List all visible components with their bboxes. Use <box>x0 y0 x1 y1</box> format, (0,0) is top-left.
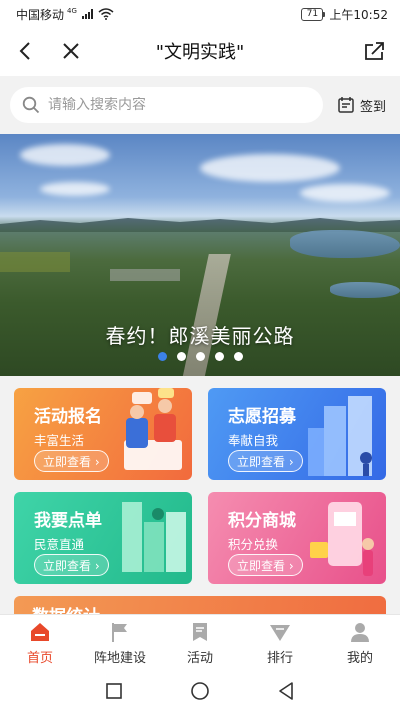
wifi-icon <box>98 8 114 20</box>
card-order-request[interactable]: 我要点单 民意直通 立即查看 › <box>14 492 192 584</box>
tab-label: 首页 <box>26 650 53 666</box>
home-system-button[interactable] <box>187 678 213 704</box>
ranking-icon <box>270 624 290 641</box>
back-button[interactable] <box>12 38 38 64</box>
recent-apps-button[interactable] <box>101 678 127 704</box>
circle-icon <box>191 681 209 700</box>
nav-left-group <box>12 38 84 64</box>
close-icon <box>63 43 79 59</box>
home-icon <box>31 622 49 641</box>
carousel-dot[interactable] <box>157 352 167 361</box>
phone-shopping-illustration-icon <box>310 502 374 576</box>
card-title: 我要点单 <box>34 511 102 531</box>
banner-cloud <box>40 182 110 196</box>
view-now-button[interactable]: 立即查看 › <box>228 450 303 472</box>
banner-lake <box>290 230 400 258</box>
nav-bar: "文明实践" <box>0 28 400 74</box>
signin-label: 签到 <box>359 99 386 115</box>
square-icon <box>106 682 122 699</box>
carousel-dot[interactable] <box>176 352 186 361</box>
banner-cloud <box>300 184 390 202</box>
card-subtitle: 奉献自我 <box>228 433 279 448</box>
carousel-dot[interactable] <box>233 352 243 361</box>
banner-field <box>0 252 70 272</box>
share-icon <box>365 42 384 60</box>
buildings-illustration-icon <box>308 396 372 476</box>
share-button[interactable] <box>362 38 388 64</box>
banner-caption: 春约！郎溪美丽公路 <box>105 324 295 348</box>
tab-activity[interactable]: 活动 <box>160 615 240 670</box>
tab-label: 排行 <box>266 650 293 666</box>
card-subtitle: 民意直通 <box>34 537 85 552</box>
card-data-stats[interactable]: 数据统计 <box>14 596 386 614</box>
card-title: 积分商城 <box>228 511 296 531</box>
clock: 上午10:52 <box>329 7 388 22</box>
card-activity-signup[interactable]: 活动报名 丰富生活 立即查看 › <box>14 388 192 480</box>
network-type: 4G <box>67 7 77 15</box>
battery-level: 71 <box>306 9 319 19</box>
tab-home[interactable]: 首页 <box>0 615 80 670</box>
tab-label: 活动 <box>186 650 213 666</box>
status-bar: 中国移动 4G 71 上午10:52 <box>0 0 400 28</box>
search-icon <box>22 96 40 114</box>
search-input[interactable] <box>48 97 311 113</box>
bottom-tab-bar: 首页 阵地建设 活动 排行 我的 <box>0 614 400 670</box>
tab-profile[interactable]: 我的 <box>320 615 400 670</box>
carousel-dot[interactable] <box>214 352 224 361</box>
search-box[interactable] <box>10 87 323 123</box>
blocks-illustration-icon <box>122 502 186 572</box>
triangle-back-icon <box>279 681 293 700</box>
tab-label: 阵地建设 <box>93 650 146 666</box>
view-now-button[interactable]: 立即查看 › <box>34 554 109 576</box>
tab-site-building[interactable]: 阵地建设 <box>80 615 160 670</box>
signal-icon <box>81 9 93 19</box>
card-title: 活动报名 <box>34 407 102 427</box>
card-points-mall[interactable]: 积分商城 积分兑换 立即查看 › <box>208 492 386 584</box>
card-title: 数据统计 <box>32 602 100 614</box>
battery-icon: 71 <box>301 7 326 21</box>
card-title: 志愿招募 <box>228 407 296 427</box>
network-indicator: 4G <box>67 7 77 21</box>
feature-grid: 活动报名 丰富生活 立即查看 › 志愿招募 奉献自我 立即查看 › 我要点单 民… <box>0 376 400 614</box>
profile-icon <box>351 622 369 642</box>
status-left: 中国移动 4G <box>16 6 114 23</box>
carousel-dot[interactable] <box>195 352 205 361</box>
signin-button[interactable]: 签到 <box>333 96 390 115</box>
banner-mountains <box>0 218 400 232</box>
view-now-button[interactable]: 立即查看 › <box>34 450 109 472</box>
tab-label: 我的 <box>346 650 373 666</box>
activity-icon <box>193 622 207 641</box>
view-now-button[interactable]: 立即查看 › <box>228 554 303 576</box>
banner-lake <box>330 282 400 298</box>
banner-field <box>110 269 180 281</box>
carrier-label: 中国移动 <box>16 7 65 22</box>
calendar-icon <box>338 97 354 113</box>
flag-icon <box>112 622 127 642</box>
back-system-button[interactable] <box>273 678 299 704</box>
banner-cloud <box>200 154 340 182</box>
meeting-illustration-icon <box>124 388 182 470</box>
status-right: 71 上午10:52 <box>301 6 388 23</box>
card-subtitle: 积分兑换 <box>228 537 279 552</box>
banner-cloud <box>20 144 110 166</box>
card-volunteer-recruit[interactable]: 志愿招募 奉献自我 立即查看 › <box>208 388 386 480</box>
search-row: 签到 <box>0 76 400 134</box>
system-navigation-bar <box>0 670 400 711</box>
back-arrow-icon <box>19 42 30 60</box>
banner-carousel[interactable]: 春约！郎溪美丽公路 <box>0 134 400 376</box>
close-button[interactable] <box>58 38 84 64</box>
card-subtitle: 丰富生活 <box>34 433 85 448</box>
carousel-dots <box>0 352 400 361</box>
tab-ranking[interactable]: 排行 <box>240 615 320 670</box>
